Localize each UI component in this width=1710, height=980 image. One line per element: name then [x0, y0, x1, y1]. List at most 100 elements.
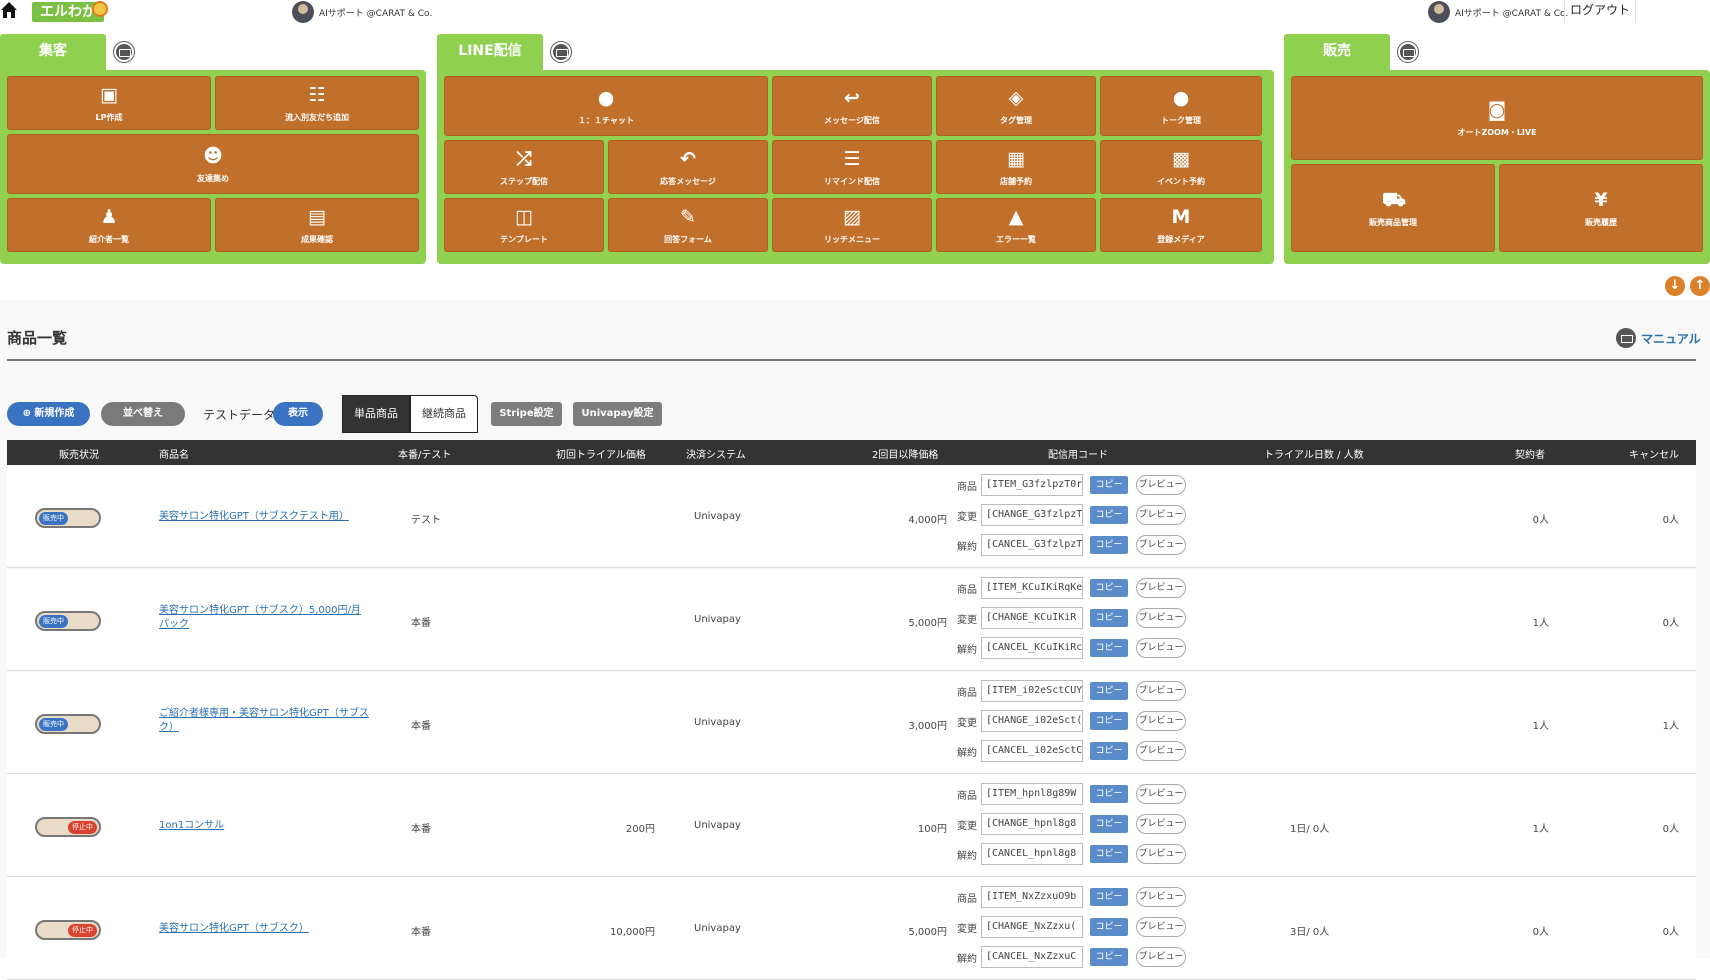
- code-field[interactable]: [ITEM_KCuIKiRqKe: [981, 577, 1083, 599]
- preview-button[interactable]: プレビュー: [1136, 947, 1186, 967]
- tile-errors[interactable]: ▲ エラー一覧: [936, 198, 1096, 252]
- status-toggle[interactable]: 販売中: [35, 714, 101, 734]
- preview-button[interactable]: プレビュー: [1136, 844, 1186, 864]
- preview-button[interactable]: プレビュー: [1136, 505, 1186, 525]
- code-field[interactable]: [CANCEL_i02eSctC: [981, 740, 1083, 762]
- tile-talk[interactable]: ● トーク管理: [1100, 76, 1262, 136]
- preview-button[interactable]: プレビュー: [1136, 711, 1186, 731]
- tile-event[interactable]: ▩ イベント予約: [1100, 140, 1262, 194]
- copy-button[interactable]: コピー: [1090, 639, 1128, 657]
- code-field[interactable]: [CANCEL_KCuIKiRc: [981, 637, 1083, 659]
- tile-auto-reply[interactable]: ↶ 応答メッセージ: [608, 140, 768, 194]
- price-cell: 3,000円: [908, 721, 947, 732]
- copy-button[interactable]: コピー: [1090, 742, 1128, 760]
- copy-button[interactable]: コピー: [1090, 785, 1128, 803]
- status-toggle[interactable]: 停止中: [35, 920, 101, 940]
- tab-single[interactable]: 単品商品: [342, 395, 410, 433]
- preview-button[interactable]: プレビュー: [1136, 741, 1186, 761]
- tile-lp[interactable]: ▣ LP作成: [7, 76, 211, 130]
- code-field[interactable]: [CHANGE_KCuIKiR: [981, 607, 1083, 629]
- tile-template[interactable]: ◫ テンプレート: [444, 198, 604, 252]
- tile-zoom-live[interactable]: ◙ オートZOOM・LIVE: [1291, 76, 1703, 160]
- tile-message[interactable]: ↩ メッセージ配信: [772, 76, 932, 136]
- code-type-label: 解約: [957, 541, 977, 553]
- manual-book-icon[interactable]: [1398, 42, 1418, 62]
- copy-button[interactable]: コピー: [1090, 918, 1128, 936]
- stripe-settings-button[interactable]: Stripe設定: [491, 402, 562, 426]
- code-field[interactable]: [CHANGE_hpnl8g8: [981, 813, 1083, 835]
- preview-button[interactable]: プレビュー: [1136, 578, 1186, 598]
- univapay-settings-button[interactable]: Univapay設定: [573, 402, 662, 426]
- preview-button[interactable]: プレビュー: [1136, 475, 1186, 495]
- tile-remind[interactable]: ☰ リマインド配信: [772, 140, 932, 194]
- copy-button[interactable]: コピー: [1090, 682, 1128, 700]
- scroll-down-icon[interactable]: ↓: [1665, 276, 1685, 296]
- home-icon[interactable]: [0, 1, 18, 19]
- tile-sales-history[interactable]: ¥ 販売履歴: [1499, 164, 1703, 252]
- status-toggle[interactable]: 販売中: [35, 508, 101, 528]
- preview-button[interactable]: プレビュー: [1136, 917, 1186, 937]
- tile-form[interactable]: ✎ 回答フォーム: [608, 198, 768, 252]
- tile-inflow[interactable]: ☷ 流入別友だち追加: [215, 76, 419, 130]
- tile-step[interactable]: ⤮ ステップ配信: [444, 140, 604, 194]
- product-name-link[interactable]: 1on1コンサル: [159, 819, 369, 833]
- tile-referrers[interactable]: ♟ 紹介者一覧: [7, 198, 211, 252]
- copy-button[interactable]: コピー: [1090, 476, 1128, 494]
- col-env: 本番/テスト: [398, 450, 452, 461]
- copy-button[interactable]: コピー: [1090, 845, 1128, 863]
- product-name-link[interactable]: ご紹介者様専用・美容サロン特化GPT（サブスク）: [159, 707, 369, 735]
- copy-button[interactable]: コピー: [1090, 712, 1128, 730]
- code-field[interactable]: [CHANGE_i02eSct(: [981, 710, 1083, 732]
- code-field[interactable]: [CANCEL_NxZzxuC: [981, 946, 1083, 968]
- sort-button[interactable]: 並べ替え: [101, 402, 185, 426]
- copy-button[interactable]: コピー: [1090, 609, 1128, 627]
- preview-button[interactable]: プレビュー: [1136, 814, 1186, 834]
- copy-button[interactable]: コピー: [1090, 536, 1128, 554]
- copy-button[interactable]: コピー: [1090, 579, 1128, 597]
- preview-button[interactable]: プレビュー: [1136, 535, 1186, 555]
- code-field[interactable]: [ITEM_hpnl8g89W: [981, 783, 1083, 805]
- logo-mascot-icon: [92, 1, 108, 17]
- product-name-link[interactable]: 美容サロン特化GPT（サブスク）: [159, 922, 369, 936]
- status-toggle[interactable]: 販売中: [35, 611, 101, 631]
- copy-button[interactable]: コピー: [1090, 888, 1128, 906]
- tile-tag[interactable]: ◈ タグ管理: [936, 76, 1096, 136]
- testdata-show-toggle[interactable]: 表示: [273, 402, 323, 426]
- scroll-up-icon[interactable]: ↑: [1690, 276, 1710, 296]
- preview-button[interactable]: プレビュー: [1136, 638, 1186, 658]
- code-field[interactable]: [CANCEL_G3fzlpzT: [981, 534, 1083, 556]
- tile-store[interactable]: ▦ 店舗予約: [936, 140, 1096, 194]
- preview-button[interactable]: プレビュー: [1136, 784, 1186, 804]
- manual-book-icon[interactable]: [551, 42, 571, 62]
- system-cell: Univapay: [694, 820, 741, 831]
- preview-button[interactable]: プレビュー: [1136, 681, 1186, 701]
- tab-continuous[interactable]: 継続商品: [410, 395, 478, 433]
- copy-button[interactable]: コピー: [1090, 815, 1128, 833]
- page-title: 商品一覧: [7, 329, 68, 347]
- panel-body: ▣ LP作成 ☷ 流入別友だち追加 ☻ 友達集め ♟ 紹介者一覧 ▤ 成果確認: [0, 70, 426, 264]
- code-field[interactable]: [ITEM_G3fzlpzT0r]: [981, 474, 1083, 496]
- logout-button[interactable]: ログアウト: [1564, 0, 1636, 22]
- tile-friends[interactable]: ☻ 友達集め: [7, 134, 419, 194]
- contracts-cell: 0人: [1532, 515, 1549, 526]
- tile-results[interactable]: ▤ 成果確認: [215, 198, 419, 252]
- code-field[interactable]: [ITEM_NxZzxuO9b: [981, 886, 1083, 908]
- code-field[interactable]: [CHANGE_NxZzxu(: [981, 916, 1083, 938]
- code-field[interactable]: [CHANGE_G3fzlpzT: [981, 504, 1083, 526]
- manual-link[interactable]: マニュアル: [1616, 328, 1701, 348]
- tile-products[interactable]: ⛟ 販売商品管理: [1291, 164, 1495, 252]
- code-field[interactable]: [ITEM_i02eSctCUY: [981, 680, 1083, 702]
- new-product-button[interactable]: ⊕ 新規作成: [7, 402, 90, 426]
- manual-book-icon[interactable]: [114, 42, 134, 62]
- tile-media[interactable]: M 登録メディア: [1100, 198, 1262, 252]
- preview-button[interactable]: プレビュー: [1136, 608, 1186, 628]
- copy-button[interactable]: コピー: [1090, 948, 1128, 966]
- product-name-link[interactable]: 美容サロン特化GPT（サブスク）5,000円/月パック: [159, 604, 369, 632]
- code-field[interactable]: [CANCEL_hpnl8g8: [981, 843, 1083, 865]
- product-name-link[interactable]: 美容サロン特化GPT（サブスクテスト用）: [159, 510, 369, 524]
- tile-chat[interactable]: ● １：１チャット: [444, 76, 768, 136]
- copy-button[interactable]: コピー: [1090, 506, 1128, 524]
- tile-richmenu[interactable]: ▨ リッチメニュー: [772, 198, 932, 252]
- preview-button[interactable]: プレビュー: [1136, 887, 1186, 907]
- status-toggle[interactable]: 停止中: [35, 817, 101, 837]
